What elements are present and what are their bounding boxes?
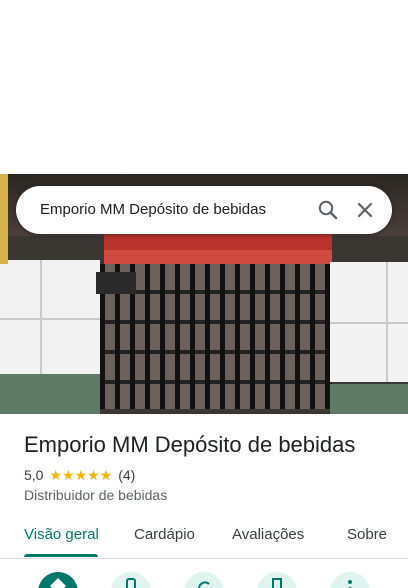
search-icon[interactable] xyxy=(316,198,340,222)
tab-about[interactable]: Sobre xyxy=(347,518,387,556)
directions-icon xyxy=(50,578,66,588)
place-category[interactable]: Distribuidor de bebidas xyxy=(24,486,167,504)
share-icon xyxy=(198,581,210,588)
phone-icon xyxy=(126,578,136,588)
photo-left-wall xyxy=(0,260,100,380)
rating-value: 5,0 xyxy=(24,467,44,483)
photo-sign xyxy=(96,272,136,294)
share-button[interactable] xyxy=(184,572,224,588)
tab-bar: Visão geral Cardápio Avaliações Sobre xyxy=(0,518,408,559)
top-blank-area xyxy=(0,0,408,174)
tab-reviews[interactable]: Avaliações xyxy=(232,518,304,556)
place-title: Emporio MM Depósito de bebidas xyxy=(24,432,356,457)
action-buttons-row xyxy=(0,558,408,588)
directions-button[interactable] xyxy=(38,572,78,588)
close-icon[interactable] xyxy=(353,198,377,222)
more-icon xyxy=(348,580,352,588)
search-bar[interactable]: Emporio MM Depósito de bebidas xyxy=(16,186,392,234)
rating-row[interactable]: 5,0 ★★★★★ (4) xyxy=(24,465,135,485)
reviews-count[interactable]: (4) xyxy=(118,467,135,483)
photo-right-base xyxy=(330,384,408,414)
photo-left-base xyxy=(0,374,100,414)
more-button[interactable] xyxy=(330,572,370,588)
phone-button[interactable] xyxy=(111,572,151,588)
active-tab-indicator xyxy=(24,554,98,557)
rating-stars: ★★★★★ xyxy=(49,466,113,483)
photo-yellow-edge xyxy=(0,174,8,264)
tab-overview[interactable]: Visão geral xyxy=(24,518,99,556)
tab-menu[interactable]: Cardápio xyxy=(134,518,195,556)
search-input[interactable]: Emporio MM Depósito de bebidas xyxy=(40,186,266,234)
photo-right-wall xyxy=(330,262,408,382)
save-icon xyxy=(272,578,282,588)
save-button[interactable] xyxy=(257,572,297,588)
